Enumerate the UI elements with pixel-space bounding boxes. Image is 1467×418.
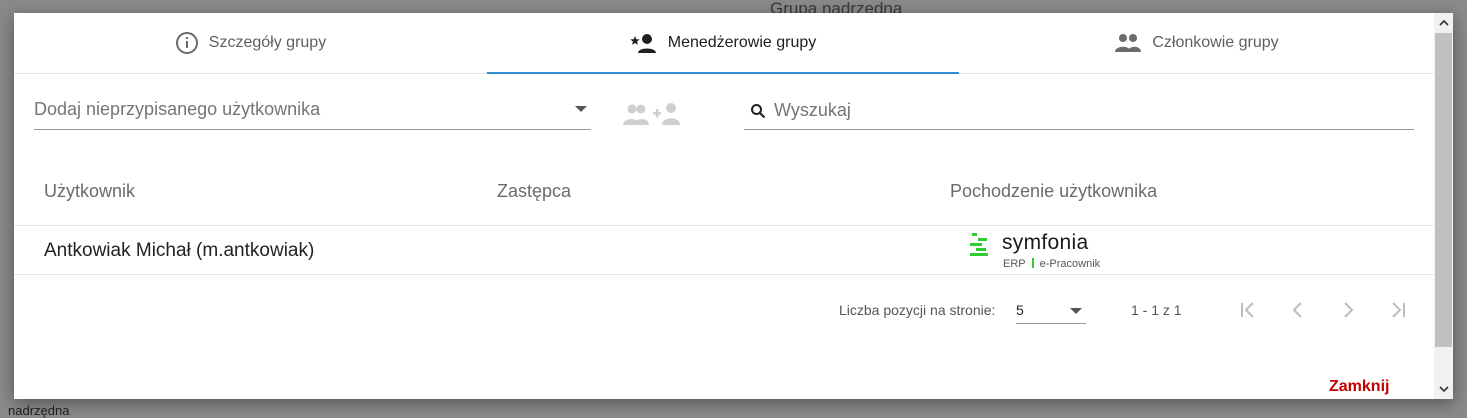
chevron-right-icon	[1344, 302, 1354, 318]
paginator: Liczba pozycji na stronie: 5 1 - 1 z 1	[14, 297, 1434, 324]
table-header: Użytkownik Zastępca Pochodzenie użytkown…	[14, 161, 1434, 226]
close-button[interactable]: Zamknij	[1329, 378, 1389, 396]
first-page-icon	[1241, 302, 1254, 318]
group-people-icon	[1114, 32, 1142, 54]
tab-group-managers[interactable]: Menedżerowie grupy	[487, 13, 959, 74]
column-header-user[interactable]: Użytkownik	[44, 181, 135, 202]
search-field	[744, 91, 1414, 130]
table-row[interactable]: Antkowiak Michał (m.antkowiak) symfonia …	[14, 226, 1434, 275]
tab-label: Szczegóły grupy	[208, 34, 327, 51]
chevron-left-icon	[1292, 302, 1302, 318]
tab-bar: Szczegóły grupy Menedżerowie grupy Człon…	[14, 13, 1434, 74]
assign-user-placeholder: Dodaj nieprzypisanego użytkownika	[34, 99, 321, 119]
previous-page-button[interactable]	[1285, 297, 1311, 323]
search-icon	[750, 103, 766, 124]
chevron-up-icon	[1438, 19, 1449, 26]
dialog-scrollbar[interactable]	[1434, 13, 1453, 399]
dropdown-arrow-icon	[575, 106, 587, 112]
logo-product-line: ERP e-Pracownik	[1003, 258, 1101, 270]
tab-group-details[interactable]: Szczegóły grupy	[14, 13, 487, 73]
next-page-button[interactable]	[1335, 297, 1361, 323]
add-user-button[interactable]	[620, 101, 684, 131]
last-page-icon	[1392, 302, 1405, 318]
managers-table: Użytkownik Zastępca Pochodzenie użytkown…	[14, 161, 1434, 275]
dropdown-arrow-icon	[1070, 308, 1082, 314]
assign-user-select[interactable]: Dodaj nieprzypisanego użytkownika	[34, 91, 591, 130]
user-name-cell: Antkowiak Michał (m.antkowiak)	[44, 240, 315, 261]
search-input[interactable]	[774, 97, 1374, 123]
first-page-button[interactable]	[1235, 297, 1261, 323]
active-tab-indicator	[487, 72, 959, 74]
group-dialog: Szczegóły grupy Menedżerowie grupy Człon…	[14, 13, 1453, 399]
column-header-deputy[interactable]: Zastępca	[497, 181, 571, 202]
column-header-origin[interactable]: Pochodzenie użytkownika	[950, 181, 1157, 202]
manager-star-person-icon	[630, 31, 658, 55]
tab-label: Menedżerowie grupy	[667, 34, 817, 51]
symfonia-mark-icon	[970, 233, 988, 256]
items-per-page-label: Liczba pozycji na stronie:	[839, 302, 996, 318]
scroll-up-button[interactable]	[1434, 14, 1453, 32]
group-add-icon	[623, 103, 680, 125]
scroll-down-button[interactable]	[1434, 380, 1453, 398]
range-label: 1 - 1 z 1	[1131, 302, 1182, 318]
scrollbar-thumb[interactable]	[1435, 33, 1452, 347]
tab-group-members[interactable]: Członkowie grupy	[959, 13, 1434, 73]
tab-label: Członkowie grupy	[1152, 34, 1279, 51]
items-per-page-value: 5	[1016, 302, 1024, 318]
backdrop-text-fragment: nadrzędna	[8, 403, 70, 418]
info-icon	[175, 31, 199, 55]
symfonia-logo: symfonia ERP e-Pracownik	[970, 231, 1120, 273]
backdrop-parent-group-title: Grupa nadrzędna	[770, 0, 903, 14]
logo-wordmark: symfonia	[1002, 231, 1089, 254]
items-per-page-select[interactable]: 5	[1016, 297, 1086, 324]
chevron-down-icon	[1438, 386, 1449, 393]
last-page-button[interactable]	[1385, 297, 1411, 323]
